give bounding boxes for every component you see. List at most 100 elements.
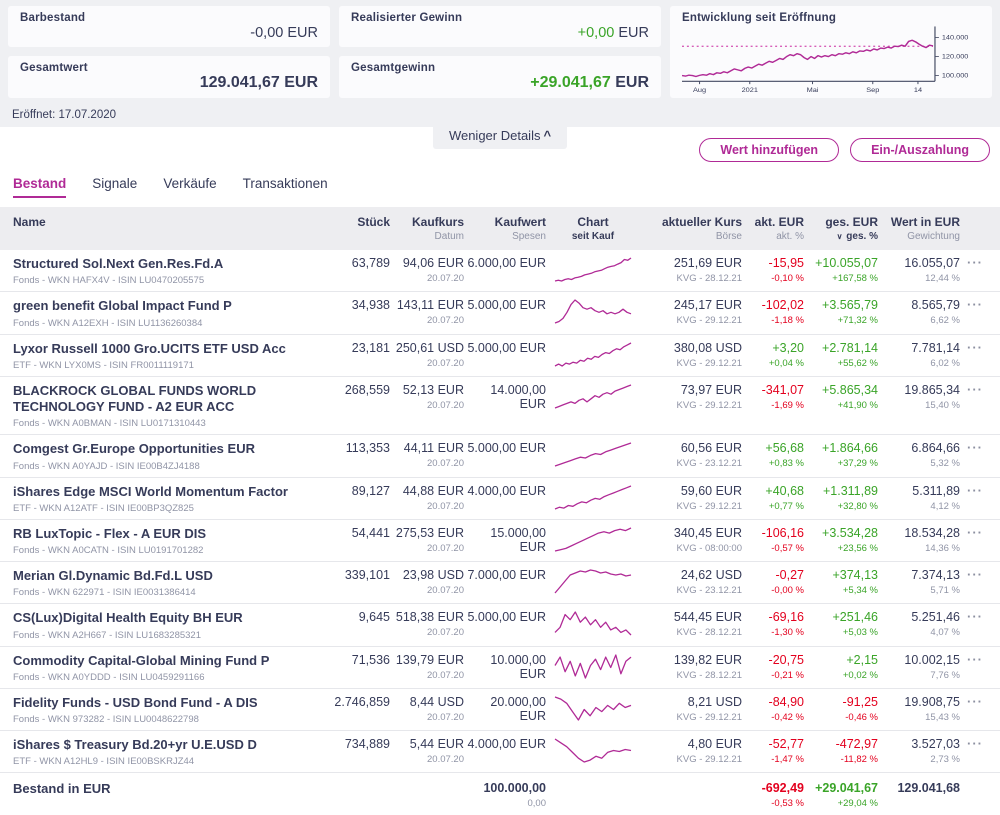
- daily-change-pct: +0,77 %: [742, 501, 804, 512]
- tab-bestand[interactable]: Bestand: [13, 176, 66, 198]
- column-header-kaufkurs[interactable]: KaufkursDatum: [390, 215, 464, 242]
- table-row[interactable]: BLACKROCK GLOBAL FUNDS WORLD TECHNOLOGY …: [0, 377, 1000, 436]
- row-menu-button[interactable]: ···: [965, 298, 985, 312]
- position-identifiers: Fonds - WKN A0BMAN - ISIN LU0171310443: [13, 418, 334, 429]
- column-header-top: akt. EUR: [742, 215, 804, 229]
- shares-cell: 734,889: [334, 737, 390, 751]
- column-header-top: aktueller Kurs: [640, 215, 742, 229]
- position-name: BLACKROCK GLOBAL FUNDS WORLD TECHNOLOGY …: [13, 383, 334, 416]
- column-header-wert[interactable]: Wert in EURGewichtung: [878, 215, 960, 242]
- current-price: 60,56 EUR: [640, 441, 742, 455]
- total-change-eur: +251,46: [804, 610, 878, 624]
- add-value-button[interactable]: Wert hinzufügen: [699, 138, 839, 162]
- purchase-price: 250,61 USD: [390, 341, 464, 355]
- purchase-date: 20.07.20: [390, 754, 464, 765]
- total-change-pct: +5,03 %: [804, 627, 878, 638]
- row-menu-button[interactable]: ···: [965, 341, 985, 355]
- price-source: KVG - 23.12.21: [640, 585, 742, 596]
- column-header-kurs[interactable]: aktueller KursBörse: [640, 215, 742, 242]
- weighting-pct: 7,76 %: [878, 670, 960, 681]
- sort-descending-icon: ∨: [837, 232, 843, 241]
- sparkline-chart: [553, 298, 633, 325]
- price-source: KVG - 23.12.21: [640, 458, 742, 469]
- column-header-top: ges. EUR: [804, 215, 878, 229]
- row-menu-button[interactable]: ···: [965, 737, 985, 751]
- value-cell: 8.565,796,62 %: [878, 298, 960, 326]
- table-row[interactable]: CS(Lux)Digital Health Equity BH EURFonds…: [0, 604, 1000, 646]
- daily-change-pct: +0,83 %: [742, 458, 804, 469]
- position-name-cell: iShares $ Treasury Bd.20+yr U.E.USD DETF…: [13, 737, 334, 767]
- performance-chart-title: Entwicklung seit Eröffnung: [682, 12, 984, 24]
- column-header-top: Chart: [546, 215, 640, 229]
- chart-since-purchase-cell: [546, 653, 640, 683]
- chart-since-purchase-cell: [546, 484, 640, 514]
- shares-cell: 23,181: [334, 341, 390, 355]
- value-cell: 10.002,157,76 %: [878, 653, 960, 681]
- total-change-pct: -0,46 %: [804, 712, 878, 723]
- total-change-cell: +3.534,28+23,56 %: [804, 526, 878, 554]
- tab-transaktionen[interactable]: Transaktionen: [243, 176, 328, 198]
- purchase-value: 10.000,00 EUR: [464, 653, 546, 681]
- tab-verkäufe[interactable]: Verkäufe: [163, 176, 216, 198]
- purchase-value: 5.000,00 EUR: [464, 341, 546, 355]
- current-price: 340,45 EUR: [640, 526, 742, 540]
- daily-change-eur: +40,68: [742, 484, 804, 498]
- row-menu-button[interactable]: ···: [965, 610, 985, 624]
- deposit-withdraw-button[interactable]: Ein-/Auszahlung: [850, 138, 990, 162]
- row-menu-cell: ···: [960, 383, 990, 397]
- row-menu-cell: ···: [960, 298, 990, 312]
- footer-label: Bestand in EUR: [13, 781, 334, 796]
- row-menu-button[interactable]: ···: [965, 256, 985, 270]
- table-row[interactable]: Structured Sol.Next Gen.Res.Fd.AFonds - …: [0, 250, 1000, 292]
- value-eur: 19.908,75: [878, 695, 960, 709]
- footer-value-eur: 129.041,68: [878, 781, 960, 795]
- purchase-value-cell: 5.000,00 EUR: [464, 341, 546, 355]
- table-row[interactable]: Merian Gl.Dynamic Bd.Fd.L USDFonds - WKN…: [0, 562, 1000, 604]
- column-header-akt[interactable]: akt. EURakt. %: [742, 215, 804, 242]
- position-identifiers: ETF - WKN A12ATF - ISIN IE00BP3QZ825: [13, 503, 334, 514]
- purchase-value: 5.000,00 EUR: [464, 441, 546, 455]
- purchase-date: 20.07.20: [390, 585, 464, 596]
- table-row[interactable]: RB LuxTopic - Flex - A EUR DISFonds - WK…: [0, 520, 1000, 562]
- table-row[interactable]: Lyxor Russell 1000 Gro.UCITS ETF USD Acc…: [0, 335, 1000, 377]
- column-header-stueck[interactable]: Stück: [334, 215, 390, 231]
- row-menu-button[interactable]: ···: [965, 526, 985, 540]
- sparkline-chart: [553, 256, 633, 283]
- row-menu-button[interactable]: ···: [965, 441, 985, 455]
- column-header-name[interactable]: Name: [13, 215, 334, 231]
- total-change-pct: +71,32 %: [804, 315, 878, 326]
- summary-card-barbestand: Barbestand-0,00 EUR: [8, 6, 330, 47]
- daily-change-cell: -102,02 -1,18 %: [742, 298, 804, 326]
- daily-change-eur: -102,02: [742, 298, 804, 312]
- position-identifiers: Fonds - WKN A2H667 - ISIN LU1683285321: [13, 630, 334, 641]
- svg-text:Aug: Aug: [693, 87, 706, 93]
- purchase-date: 20.07.20: [390, 315, 464, 326]
- row-menu-button[interactable]: ···: [965, 568, 985, 582]
- daily-change-pct: +0,04 %: [742, 358, 804, 369]
- shares-cell: 113,353: [334, 441, 390, 455]
- column-header-kaufwert[interactable]: KaufwertSpesen: [464, 215, 546, 242]
- column-header-ges[interactable]: ges. EUR∨ ges. %: [804, 215, 878, 242]
- purchase-price: 44,11 EUR: [390, 441, 464, 455]
- toggle-details-button[interactable]: Weniger Details^: [433, 123, 567, 149]
- total-change-pct: +37,29 %: [804, 458, 878, 469]
- value-eur: 19.865,34: [878, 383, 960, 397]
- table-row[interactable]: iShares $ Treasury Bd.20+yr U.E.USD DETF…: [0, 731, 1000, 773]
- tab-signale[interactable]: Signale: [92, 176, 137, 198]
- row-menu-button[interactable]: ···: [965, 653, 985, 667]
- total-change-eur: +1.864,66: [804, 441, 878, 455]
- table-row[interactable]: Fidelity Funds - USD Bond Fund - A DISFo…: [0, 689, 1000, 731]
- row-menu-button[interactable]: ···: [965, 484, 985, 498]
- row-menu-button[interactable]: ···: [965, 695, 985, 709]
- table-row[interactable]: green benefit Global Impact Fund PFonds …: [0, 292, 1000, 334]
- shares-value: 34,938: [334, 298, 390, 312]
- total-change-pct: +41,90 %: [804, 400, 878, 411]
- daily-change-pct: -1,18 %: [742, 315, 804, 326]
- table-row[interactable]: iShares Edge MSCI World Momentum FactorE…: [0, 478, 1000, 520]
- purchase-price-cell: 23,98 USD20.07.20: [390, 568, 464, 596]
- daily-change-pct: -0,10 %: [742, 273, 804, 284]
- row-menu-button[interactable]: ···: [965, 383, 985, 397]
- column-header-bottom: Gewichtung: [878, 231, 960, 242]
- table-row[interactable]: Comgest Gr.Europe Opportunities EURFonds…: [0, 435, 1000, 477]
- table-row[interactable]: Commodity Capital-Global Mining Fund PFo…: [0, 647, 1000, 689]
